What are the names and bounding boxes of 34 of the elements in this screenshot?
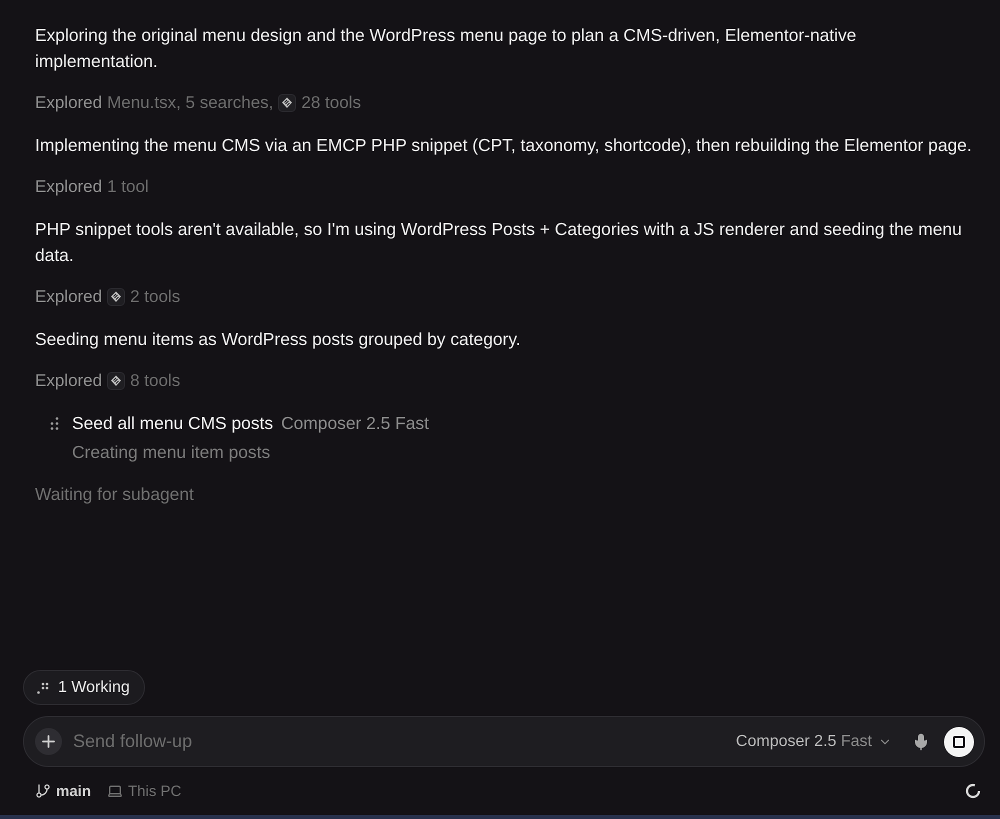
dots-icon bbox=[50, 416, 59, 430]
tool-count: 1 tool bbox=[107, 176, 149, 198]
mic-icon bbox=[912, 732, 930, 750]
microphone-button[interactable] bbox=[912, 732, 930, 750]
tool-count: 28 tools bbox=[301, 92, 361, 114]
spinner-icon bbox=[965, 783, 981, 799]
location-button[interactable]: This PC bbox=[107, 782, 182, 800]
model-label: Composer 2.5 Fast bbox=[281, 412, 429, 435]
subagent-title: Seed all menu CMS posts bbox=[72, 412, 274, 435]
explored-label: Explored bbox=[35, 176, 102, 198]
message-text: Seeding menu items as WordPress posts grouped by category. bbox=[35, 328, 522, 351]
stop-icon bbox=[953, 736, 965, 748]
message-text: Exploring the original menu design and the WordPress menu page to plan a CMS-driven, Elementor-native implementation. bbox=[35, 24, 858, 73]
tool-count: 8 tools bbox=[130, 370, 180, 392]
add-button[interactable] bbox=[35, 728, 62, 755]
plus-icon bbox=[39, 732, 58, 751]
message-field[interactable]: Send follow-up Composer 2.5 Fast bbox=[23, 716, 985, 767]
message-text: Implementing the menu CMS via an EMCP PHP snippet (CPT, taxonomy, shortcode), then rebuilding the Elementor page. bbox=[35, 134, 973, 157]
working-button[interactable]: 1 Working bbox=[23, 670, 145, 705]
explored-label: Explored bbox=[35, 370, 102, 392]
model-dropdown[interactable]: Composer 2.5 Fast bbox=[736, 732, 892, 750]
branch-button[interactable]: main bbox=[35, 782, 92, 800]
dots-icon bbox=[37, 682, 49, 694]
laptop-icon bbox=[107, 783, 124, 799]
message-text: PHP snippet tools aren't available, so I'm using WordPress Posts + Categories with a JS renderer and seeding the menu data. bbox=[35, 218, 963, 267]
explored-label: Explored bbox=[35, 92, 102, 114]
explored-summary: Menu.tsx, 5 searches, bbox=[107, 92, 274, 114]
tool-count: 2 tools bbox=[130, 286, 180, 308]
git-branch-icon bbox=[35, 783, 51, 799]
explored-label: Explored bbox=[35, 286, 102, 308]
status-text: Waiting for subagent bbox=[35, 483, 195, 506]
stop-button[interactable] bbox=[944, 726, 974, 756]
follow-up-input[interactable]: Send follow-up bbox=[73, 726, 736, 756]
subagent-status: Creating menu item posts bbox=[72, 441, 272, 464]
